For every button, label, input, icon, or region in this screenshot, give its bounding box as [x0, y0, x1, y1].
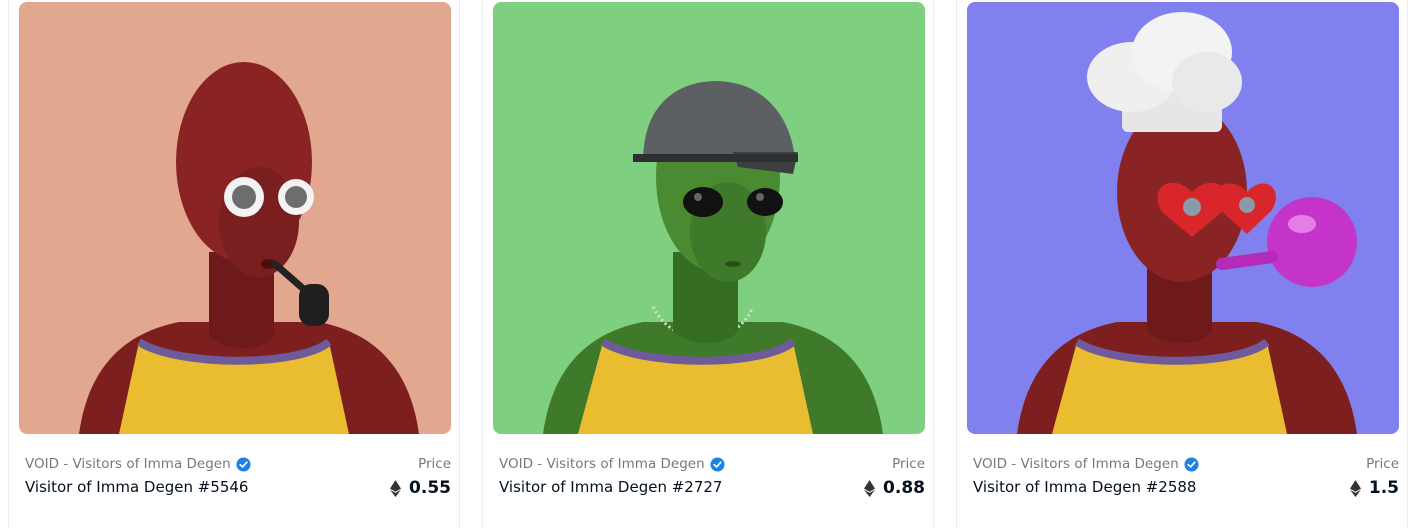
- item-name[interactable]: Visitor of Imma Degen #5546: [25, 478, 248, 496]
- price-label: Price: [892, 456, 925, 472]
- price-amount: 0.55: [409, 478, 451, 498]
- price-value: 0.88: [864, 478, 925, 498]
- verified-badge-icon: [710, 456, 725, 472]
- price-value: 0.55: [390, 478, 451, 498]
- collection-name[interactable]: VOID - Visitors of Imma Degen: [499, 456, 725, 472]
- collection-name[interactable]: VOID - Visitors of Imma Degen: [973, 456, 1199, 472]
- card-info: VOID - Visitors of Imma Degen Visitor of…: [25, 454, 451, 510]
- item-name[interactable]: Visitor of Imma Degen #2588: [973, 478, 1196, 496]
- item-name[interactable]: Visitor of Imma Degen #2727: [499, 478, 722, 496]
- nft-image[interactable]: [493, 2, 925, 434]
- alien-artwork: [967, 2, 1399, 434]
- collection-label: VOID - Visitors of Imma Degen: [973, 456, 1179, 472]
- ethereum-icon: [1349, 479, 1361, 497]
- nft-card[interactable]: VOID - Visitors of Imma Degen Visitor of…: [8, 0, 460, 528]
- alien-artwork: [19, 2, 451, 434]
- nft-image[interactable]: [967, 2, 1399, 434]
- alien-artwork: [493, 2, 925, 434]
- ethereum-icon: [390, 479, 402, 497]
- card-info: VOID - Visitors of Imma Degen Visitor of…: [973, 454, 1399, 510]
- nft-card[interactable]: VOID - Visitors of Imma Degen Visitor of…: [482, 0, 934, 528]
- nft-card[interactable]: VOID - Visitors of Imma Degen Visitor of…: [956, 0, 1408, 528]
- price-value: 1.5: [1349, 478, 1399, 498]
- collection-name[interactable]: VOID - Visitors of Imma Degen: [25, 456, 251, 472]
- price-amount: 0.88: [883, 478, 925, 498]
- nft-image[interactable]: [19, 2, 451, 434]
- nft-grid: VOID - Visitors of Imma Degen Visitor of…: [0, 0, 1408, 528]
- collection-label: VOID - Visitors of Imma Degen: [25, 456, 231, 472]
- card-info: VOID - Visitors of Imma Degen Visitor of…: [499, 454, 925, 510]
- ethereum-icon: [864, 479, 876, 497]
- verified-badge-icon: [1184, 456, 1199, 472]
- price-label: Price: [1366, 456, 1399, 472]
- price-amount: 1.5: [1368, 478, 1399, 498]
- price-label: Price: [418, 456, 451, 472]
- collection-label: VOID - Visitors of Imma Degen: [499, 456, 705, 472]
- verified-badge-icon: [236, 456, 251, 472]
